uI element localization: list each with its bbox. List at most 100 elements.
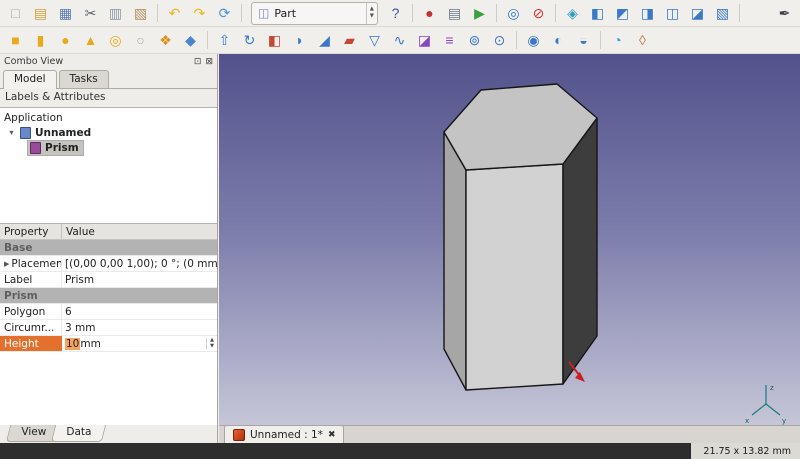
paste-icon[interactable]: ▧ xyxy=(128,2,153,25)
part-section-icon[interactable]: ◪ xyxy=(412,29,437,52)
fit-all-glyph: ◎ xyxy=(507,6,519,20)
part-fillet-glyph: ◗ xyxy=(295,33,303,47)
property-row-placement[interactable]: ▶Placement[(0,00 0,00 1,00); 0 °; (0 mm … xyxy=(0,256,217,272)
redo-glyph: ↷ xyxy=(194,6,206,20)
workbench-selector[interactable]: ◫ Part ▲ ▼ xyxy=(251,2,378,25)
property-row-circumr-[interactable]: Circumr...3 mm xyxy=(0,320,217,336)
view-bottom-icon[interactable]: ◪ xyxy=(685,2,710,25)
macro-record-icon[interactable]: ● xyxy=(417,2,442,25)
part-thickness-icon[interactable]: ⊙ xyxy=(487,29,512,52)
view-rear-icon[interactable]: ◫ xyxy=(660,2,685,25)
tab-data-properties[interactable]: Data xyxy=(51,425,106,442)
tree-item-application[interactable]: Application xyxy=(0,110,217,125)
measure-icon[interactable]: ✒ xyxy=(772,2,797,25)
view-rear-glyph: ◫ xyxy=(666,6,679,20)
part-shape-builder-icon[interactable]: ◆ xyxy=(178,29,203,52)
tab-view-label: View xyxy=(21,426,46,438)
tree-selection-highlight: Prism xyxy=(27,140,84,156)
tree-item-application-label: Application xyxy=(4,112,63,124)
boolean-cut-icon[interactable]: ◒ xyxy=(571,29,596,52)
macro-edit-glyph: ▤ xyxy=(448,6,461,20)
part-primitives-icon[interactable]: ❖ xyxy=(153,29,178,52)
prism-front-face[interactable] xyxy=(466,164,563,390)
part-torus-icon[interactable]: ◎ xyxy=(103,29,128,52)
combo-view-titlebar[interactable]: Combo View ⊡ ⊠ xyxy=(0,54,217,69)
view-left-icon[interactable]: ▧ xyxy=(710,2,735,25)
part-tube-icon[interactable]: ○ xyxy=(128,29,153,52)
part-shape-builder-glyph: ◆ xyxy=(185,33,196,47)
part-ruled-surface-icon[interactable]: ▰ xyxy=(337,29,362,52)
part-box-icon[interactable]: ■ xyxy=(3,29,28,52)
defeaturing-icon[interactable]: ◊ xyxy=(630,29,655,52)
check-geometry-glyph: ◔ xyxy=(613,33,621,47)
redo-icon[interactable]: ↷ xyxy=(187,2,212,25)
expander-icon[interactable]: ▾ xyxy=(7,128,16,137)
whats-this-icon[interactable]: ? xyxy=(383,2,408,25)
part-mirror-icon[interactable]: ◧ xyxy=(262,29,287,52)
part-extrude-icon[interactable]: ⇧ xyxy=(212,29,237,52)
fit-all-icon[interactable]: ◎ xyxy=(501,2,526,25)
part-sphere-icon[interactable]: ● xyxy=(53,29,78,52)
view-top-icon[interactable]: ◩ xyxy=(610,2,635,25)
draw-style-icon[interactable]: ⊘ xyxy=(526,2,551,25)
view-isometric-icon[interactable]: ◈ xyxy=(560,2,585,25)
property-row-polygon[interactable]: Polygon6 xyxy=(0,304,217,320)
document-tab-unnamed[interactable]: Unnamed : 1* ✖ xyxy=(224,425,344,443)
model-tree: Application ▾ Unnamed Prism xyxy=(0,108,217,224)
prism-icon xyxy=(30,142,41,154)
part-revolve-icon[interactable]: ↻ xyxy=(237,29,262,52)
view-front-icon[interactable]: ◧ xyxy=(585,2,610,25)
cut-icon[interactable]: ✂ xyxy=(78,2,103,25)
part-cross-sections-icon[interactable]: ≡ xyxy=(437,29,462,52)
workbench-selector-label: Part xyxy=(274,7,360,20)
prism-left-face[interactable] xyxy=(444,132,466,390)
undo-icon[interactable]: ↶ xyxy=(162,2,187,25)
workbench-cube-icon: ◫ xyxy=(258,6,269,20)
toolbar-part-group: ■▮●▲ ◎ ○❖ ◆ ⇧↻◧ ◗ ◢▰▽∿◪≡ ⊚ ⊙ ◉◐◒ ◔ ◊ xyxy=(3,29,797,52)
part-chamfer-icon[interactable]: ◢ xyxy=(312,29,337,52)
workbench-selector-arrows-icon[interactable]: ▲ ▼ xyxy=(366,3,374,24)
toolbar-separator xyxy=(555,4,556,22)
property-group-prism[interactable]: Prism xyxy=(0,288,217,304)
part-loft-icon[interactable]: ▽ xyxy=(362,29,387,52)
boolean-union-icon[interactable]: ◉ xyxy=(521,29,546,52)
panel-close-icon[interactable]: ⊠ xyxy=(205,57,213,67)
refresh-icon[interactable]: ⟳ xyxy=(212,2,237,25)
property-column-header[interactable]: Property xyxy=(0,224,62,239)
3d-viewport[interactable]: z x y xyxy=(219,54,800,425)
boolean-common-icon[interactable]: ◐ xyxy=(546,29,571,52)
property-group-base[interactable]: Base xyxy=(0,240,217,256)
view-right-icon[interactable]: ◨ xyxy=(635,2,660,25)
part-offset-icon[interactable]: ⊚ xyxy=(462,29,487,52)
tree-item-unnamed[interactable]: ▾ Unnamed xyxy=(0,125,217,140)
macro-execute-icon[interactable]: ▶ xyxy=(467,2,492,25)
part-offset-glyph: ⊚ xyxy=(469,33,481,47)
save-document-icon[interactable]: ▦ xyxy=(53,2,78,25)
part-torus-glyph: ◎ xyxy=(109,33,121,47)
tree-item-prism-label: Prism xyxy=(45,142,79,154)
part-fillet-icon[interactable]: ◗ xyxy=(287,29,312,52)
tab-close-icon[interactable]: ✖ xyxy=(328,430,336,440)
expand-arrow-icon[interactable]: ▶ xyxy=(4,260,9,268)
open-document-icon[interactable]: ▤ xyxy=(28,2,53,25)
value-column-header[interactable]: Value xyxy=(62,226,217,238)
part-cone-icon[interactable]: ▲ xyxy=(78,29,103,52)
status-bar: 21.75 x 13.82 mm xyxy=(0,443,800,459)
property-row-height[interactable]: Height10 mm▲▼ xyxy=(0,336,217,352)
new-document-icon[interactable]: □ xyxy=(3,2,28,25)
document-tab-label: Unnamed : 1* xyxy=(250,429,323,441)
macro-edit-icon[interactable]: ▤ xyxy=(442,2,467,25)
part-cylinder-icon[interactable]: ▮ xyxy=(28,29,53,52)
tree-item-unnamed-label: Unnamed xyxy=(35,127,91,139)
copy-icon[interactable]: ▥ xyxy=(103,2,128,25)
panel-float-icon[interactable]: ⊡ xyxy=(194,57,202,67)
value-spinner[interactable]: ▲▼ xyxy=(206,338,217,349)
part-sweep-icon[interactable]: ∿ xyxy=(387,29,412,52)
tab-tasks[interactable]: Tasks xyxy=(59,70,109,88)
tab-model[interactable]: Model xyxy=(3,70,57,89)
tree-column-header[interactable]: Labels & Attributes xyxy=(0,89,217,108)
axis-z-label: z xyxy=(770,384,774,392)
check-geometry-icon[interactable]: ◔ xyxy=(605,29,630,52)
property-row-label[interactable]: LabelPrism xyxy=(0,272,217,288)
tree-item-prism[interactable]: Prism xyxy=(0,140,217,155)
